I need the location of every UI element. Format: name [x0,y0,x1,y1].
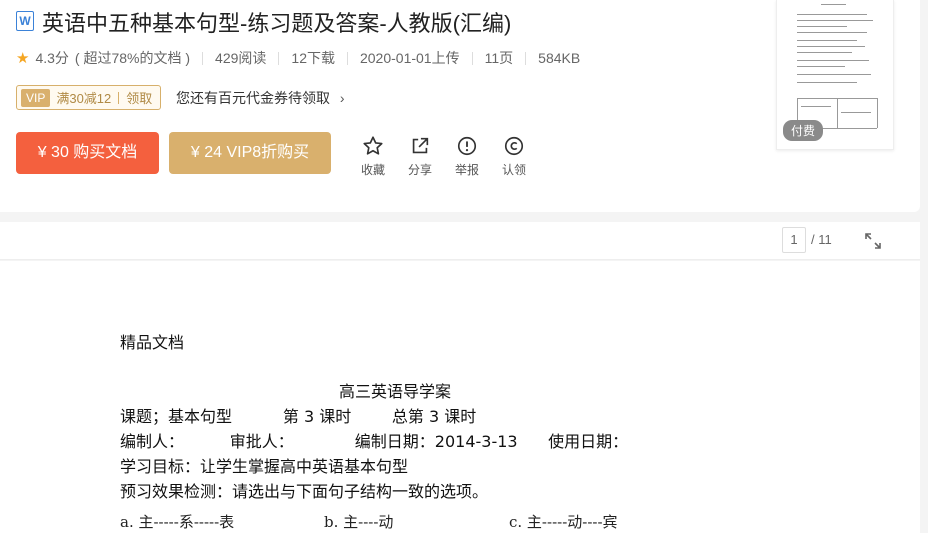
divider [202,51,204,65]
page-number-input[interactable]: 1 [782,227,806,253]
claim-label: 认领 [501,163,526,177]
file-size: 584KB [538,50,581,66]
rating: 4.3分 [35,50,69,66]
share-button[interactable]: 分享 [400,135,440,178]
divider [118,91,120,104]
claim-button[interactable]: 认领 [494,135,534,178]
coupon-claim-link[interactable]: 领取 [126,88,152,107]
coupon-hint-text: 您还有百元代金券待领取 [176,90,330,106]
vip-coupon-tag[interactable]: VIP 满30减12 领取 [16,85,162,110]
document-title: 英语中五种基本句型-练习题及答案-人教版(汇编) [42,11,512,36]
copyright-icon [504,136,524,156]
read-count: 429阅读 [215,50,267,66]
document-page: 精品文档 高三英语导学案 课题；基本句型 第 3 课时 总第 3 课时 编制人：… [0,261,920,533]
rating-note: ( 超过78%的文档 ) [74,50,191,66]
download-count: 12下载 [291,50,335,66]
fullscreen-icon[interactable] [864,232,882,250]
divider [346,51,348,65]
doc-header: 精品文档 [120,333,185,352]
chevron-right-icon: › [339,90,345,106]
paid-badge: 付费 [783,120,824,141]
word-doc-icon: W [16,11,34,31]
upload-date: 2020-01-01上传 [359,50,460,66]
thumbnail-page [791,0,881,130]
report-icon [457,136,477,156]
favorite-button[interactable]: 收藏 [353,135,393,178]
share-label: 分享 [407,163,432,177]
vip-discount-buy-button[interactable]: ¥ 24 VIP8折购买 [169,132,331,174]
star-icon: ★ [16,50,30,67]
report-button[interactable]: 举报 [447,135,487,178]
doc-heading: 高三英语导学案 [339,382,452,401]
doc-line-check: 预习效果检测：请选出与下面句子结构一致的选项。 [120,482,489,501]
viewer-toolbar: 1 / 11 [0,222,920,260]
page-count: 11页 [484,50,514,66]
document-info-card: W 英语中五种基本句型-练习题及答案-人教版(汇编) ★ 4.3分 ( 超过78… [0,0,920,212]
page-total: / 11 [811,232,832,247]
document-meta: ★ 4.3分 ( 超过78%的文档 ) 429阅读 12下载 2020-01-0… [16,48,580,68]
share-icon [412,137,429,154]
document-thumbnail[interactable]: 付费 [776,0,894,150]
doc-line-topic: 课题；基本句型 第 3 课时 总第 3 课时 [120,407,477,426]
doc-option-b: b. 主----动 [324,513,394,531]
report-label: 举报 [454,163,479,177]
vip-badge: VIP [21,88,51,107]
star-outline-icon [363,136,383,155]
doc-option-c: c. 主-----动----宾 [509,513,618,531]
divider [525,51,527,65]
buy-document-button[interactable]: ¥ 30 购买文档 [16,132,159,174]
coupon-offer: 满30减12 [56,91,112,106]
doc-line-editor: 编制人： 审批人： 编制日期：2014-3-13 使用日期： [120,432,629,451]
divider [278,51,280,65]
doc-line-goal: 学习目标：让学生掌握高中英语基本句型 [120,457,409,476]
divider [471,51,473,65]
favorite-label: 收藏 [360,163,385,177]
coupon-hint-link[interactable]: 您还有百元代金券待领取 › [176,88,345,108]
doc-option-a: a. 主-----系-----表 [120,513,235,531]
